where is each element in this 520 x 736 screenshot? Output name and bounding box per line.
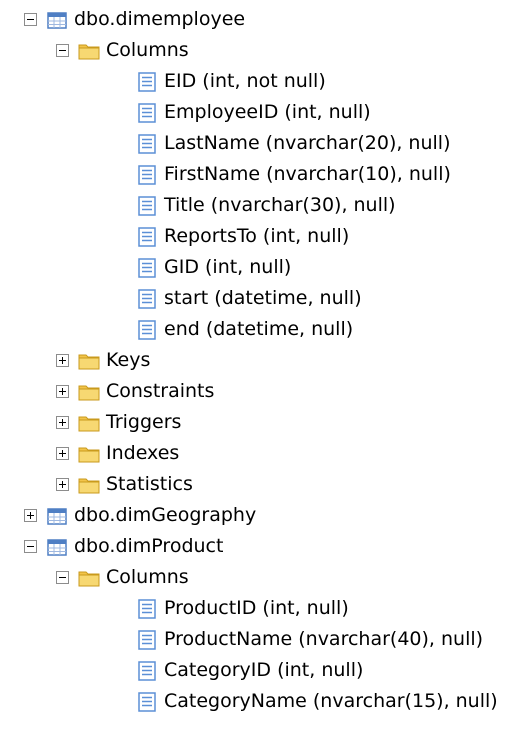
table-name: dbo.dimGeography xyxy=(74,504,257,526)
column-icon xyxy=(138,164,156,185)
folder-label: Constraints xyxy=(106,380,215,402)
tree-node-dimemployee[interactable]: dbo.dimemployee xyxy=(24,4,245,35)
table-name: dbo.dimProduct xyxy=(74,535,224,557)
folder-icon xyxy=(78,354,100,369)
column-icon xyxy=(138,257,156,278)
column-label: CategoryID (int, null) xyxy=(164,659,364,681)
column-icon xyxy=(138,226,156,247)
column-icon xyxy=(138,660,156,681)
column-icon xyxy=(138,102,156,123)
expand-icon[interactable] xyxy=(56,385,69,398)
folder-label: Triggers xyxy=(106,411,182,433)
folder-icon xyxy=(78,447,100,462)
tree-node-column[interactable]: CategoryID (int, null) xyxy=(136,655,363,686)
table-icon xyxy=(47,507,67,525)
folder-icon xyxy=(78,478,100,493)
collapse-icon[interactable] xyxy=(56,571,69,584)
folder-icon xyxy=(78,416,100,431)
column-label: FirstName (nvarchar(10), null) xyxy=(164,163,451,185)
column-icon xyxy=(138,598,156,619)
column-icon xyxy=(138,629,156,650)
folder-label: Statistics xyxy=(106,473,193,495)
folder-icon xyxy=(78,385,100,400)
expand-icon[interactable] xyxy=(56,354,69,367)
column-label: EID (int, not null) xyxy=(164,70,326,92)
tree-node-column[interactable]: Title (nvarchar(30), null) xyxy=(136,190,396,221)
expand-icon[interactable] xyxy=(56,478,69,491)
folder-icon xyxy=(78,571,100,586)
tree-node-column[interactable]: LastName (nvarchar(20), null) xyxy=(136,128,450,159)
column-label: end (datetime, null) xyxy=(164,318,354,340)
object-explorer-tree: dbo.dimemployee Columns EID (int, not nu… xyxy=(0,0,520,736)
tree-node-column[interactable]: ProductID (int, null) xyxy=(136,593,349,624)
column-icon xyxy=(138,288,156,309)
column-label: EmployeeID (int, null) xyxy=(164,101,371,123)
tree-node-column[interactable]: ProductName (nvarchar(40), null) xyxy=(136,624,483,655)
expand-icon[interactable] xyxy=(56,447,69,460)
expand-icon[interactable] xyxy=(56,416,69,429)
tree-node-column[interactable]: GID (int, null) xyxy=(136,252,291,283)
folder-label: Columns xyxy=(106,39,189,61)
column-label: start (datetime, null) xyxy=(164,287,362,309)
column-label: Title (nvarchar(30), null) xyxy=(164,194,396,216)
tree-node-dimgeography[interactable]: dbo.dimGeography xyxy=(24,500,256,531)
collapse-icon[interactable] xyxy=(24,13,37,26)
tree-node-column[interactable]: EmployeeID (int, null) xyxy=(136,97,371,128)
tree-node-columns-folder[interactable]: Columns xyxy=(56,35,189,66)
table-icon xyxy=(47,11,67,29)
collapse-icon[interactable] xyxy=(24,540,37,553)
table-icon xyxy=(47,538,67,556)
tree-node-column[interactable]: FirstName (nvarchar(10), null) xyxy=(136,159,451,190)
column-label: ReportsTo (int, null) xyxy=(164,225,350,247)
folder-icon xyxy=(78,44,100,59)
folder-label: Indexes xyxy=(106,442,180,464)
tree-node-column[interactable]: CategoryName (nvarchar(15), null) xyxy=(136,686,498,717)
column-icon xyxy=(138,319,156,340)
column-icon xyxy=(138,691,156,712)
tree-node-column[interactable]: EID (int, not null) xyxy=(136,66,326,97)
tree-node-columns-folder[interactable]: Columns xyxy=(56,562,189,593)
tree-node-triggers-folder[interactable]: Triggers xyxy=(56,407,181,438)
folder-label: Keys xyxy=(106,349,151,371)
column-icon xyxy=(138,71,156,92)
tree-node-keys-folder[interactable]: Keys xyxy=(56,345,150,376)
tree-node-column[interactable]: end (datetime, null) xyxy=(136,314,353,345)
folder-label: Columns xyxy=(106,566,189,588)
column-icon xyxy=(138,195,156,216)
column-label: GID (int, null) xyxy=(164,256,292,278)
column-label: LastName (nvarchar(20), null) xyxy=(164,132,451,154)
tree-node-column[interactable]: ReportsTo (int, null) xyxy=(136,221,349,252)
tree-node-statistics-folder[interactable]: Statistics xyxy=(56,469,193,500)
collapse-icon[interactable] xyxy=(56,44,69,57)
column-icon xyxy=(138,133,156,154)
tree-node-indexes-folder[interactable]: Indexes xyxy=(56,438,179,469)
column-label: ProductID (int, null) xyxy=(164,597,349,619)
tree-node-column[interactable]: start (datetime, null) xyxy=(136,283,362,314)
tree-node-constraints-folder[interactable]: Constraints xyxy=(56,376,214,407)
table-name: dbo.dimemployee xyxy=(74,8,246,30)
column-label: ProductName (nvarchar(40), null) xyxy=(164,628,484,650)
column-label: CategoryName (nvarchar(15), null) xyxy=(164,690,498,712)
tree-node-dimproduct[interactable]: dbo.dimProduct xyxy=(24,531,223,562)
expand-icon[interactable] xyxy=(24,509,37,522)
